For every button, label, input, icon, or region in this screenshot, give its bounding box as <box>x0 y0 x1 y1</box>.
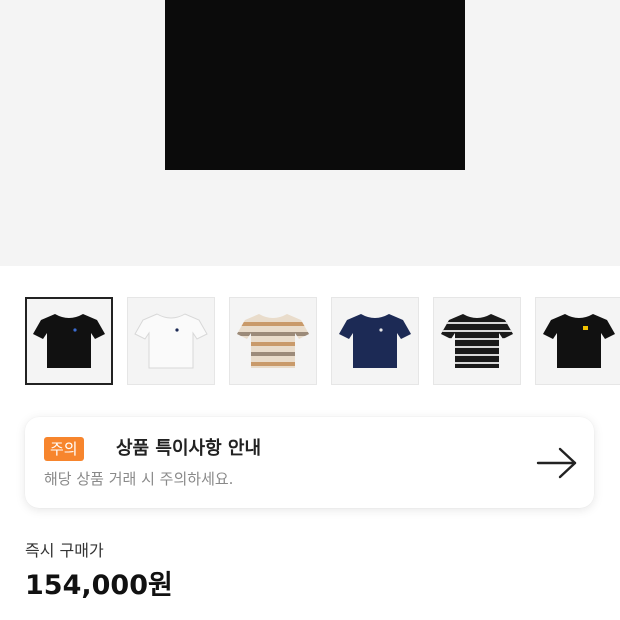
beige-striped-tshirt-icon <box>237 314 309 368</box>
thumbnail-list <box>25 297 620 385</box>
product-notice-card[interactable]: 주의 상품 특이사항 안내 해당 상품 거래 시 주의하세요. <box>25 417 594 508</box>
instant-buy-label: 즉시 구매가 <box>25 541 104 560</box>
thumbnail-black[interactable] <box>25 297 113 385</box>
thumbnail-beige-stripe[interactable] <box>229 297 317 385</box>
hero-tshirt-image <box>165 0 465 170</box>
notice-title: 상품 특이사항 안내 <box>116 438 262 459</box>
thumbnail-white[interactable] <box>127 297 215 385</box>
white-tshirt-icon <box>134 313 208 369</box>
navy-tshirt-icon <box>339 314 411 368</box>
black-striped-tshirt-icon <box>441 314 513 368</box>
notice-description: 해당 상품 거래 시 주의하세요. <box>44 470 234 488</box>
arrow-right-icon[interactable] <box>536 445 578 481</box>
black-tshirt-icon <box>33 314 105 368</box>
instant-buy-price: 154,000원 <box>25 570 173 601</box>
caution-badge: 주의 <box>44 437 84 461</box>
product-hero-image[interactable] <box>0 0 620 266</box>
black-tshirt-yellow-tag-icon <box>543 314 615 368</box>
thumbnail-black-yellow-tag[interactable] <box>535 297 620 385</box>
thumbnail-navy[interactable] <box>331 297 419 385</box>
thumbnail-black-stripe[interactable] <box>433 297 521 385</box>
